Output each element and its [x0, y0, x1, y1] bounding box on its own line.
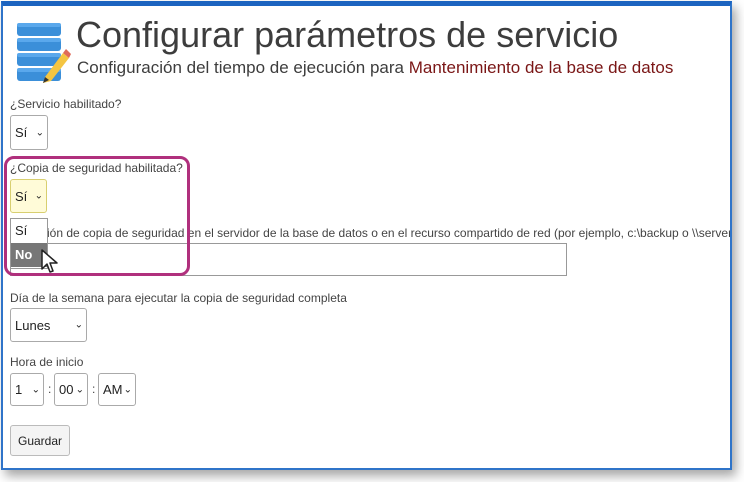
chevron-down-icon: ⌄	[75, 384, 84, 395]
chevron-down-icon: ⌄	[35, 127, 44, 138]
start-hour-select[interactable]: 1 ⌄	[10, 373, 44, 406]
page-title: Configurar parámetros de servicio	[76, 14, 619, 55]
save-button[interactable]: Guardar	[10, 425, 70, 456]
service-enabled-label: ¿Servicio habilitado?	[10, 97, 122, 111]
start-ampm-select[interactable]: AM ⌄	[98, 373, 136, 406]
page-subtitle: Configuración del tiempo de ejecución pa…	[77, 58, 673, 78]
chevron-down-icon: ⌄	[31, 384, 40, 395]
start-ampm-value: AM	[103, 382, 123, 397]
start-minute-value: 00	[59, 382, 74, 397]
service-enabled-value: Sí	[15, 125, 28, 140]
mouse-cursor-icon	[41, 249, 58, 273]
time-separator: :	[92, 382, 96, 396]
window-frame: Configurar parámetros de servicio Config…	[1, 1, 732, 470]
time-separator: :	[48, 382, 52, 396]
start-minute-select[interactable]: 00 ⌄	[54, 373, 88, 406]
service-enabled-select[interactable]: Sí ⌄	[10, 115, 48, 150]
chevron-down-icon: ⌄	[74, 319, 83, 331]
page-header: Configurar parámetros de servicio Config…	[3, 6, 730, 91]
database-pencil-icon	[17, 23, 71, 83]
full-backup-day-value: Lunes	[15, 317, 51, 333]
chevron-down-icon: ⌄	[123, 384, 132, 395]
service-name: Mantenimiento de la base de datos	[408, 58, 674, 77]
start-hour-value: 1	[15, 382, 23, 397]
start-time-label: Hora de inicio	[10, 355, 84, 369]
highlight-callout	[4, 156, 190, 276]
subtitle-prefix: Configuración del tiempo de ejecución pa…	[77, 58, 404, 77]
full-backup-day-select[interactable]: Lunes ⌄	[10, 308, 87, 342]
full-backup-day-label: Día de la semana para ejecutar la copia …	[10, 291, 347, 305]
